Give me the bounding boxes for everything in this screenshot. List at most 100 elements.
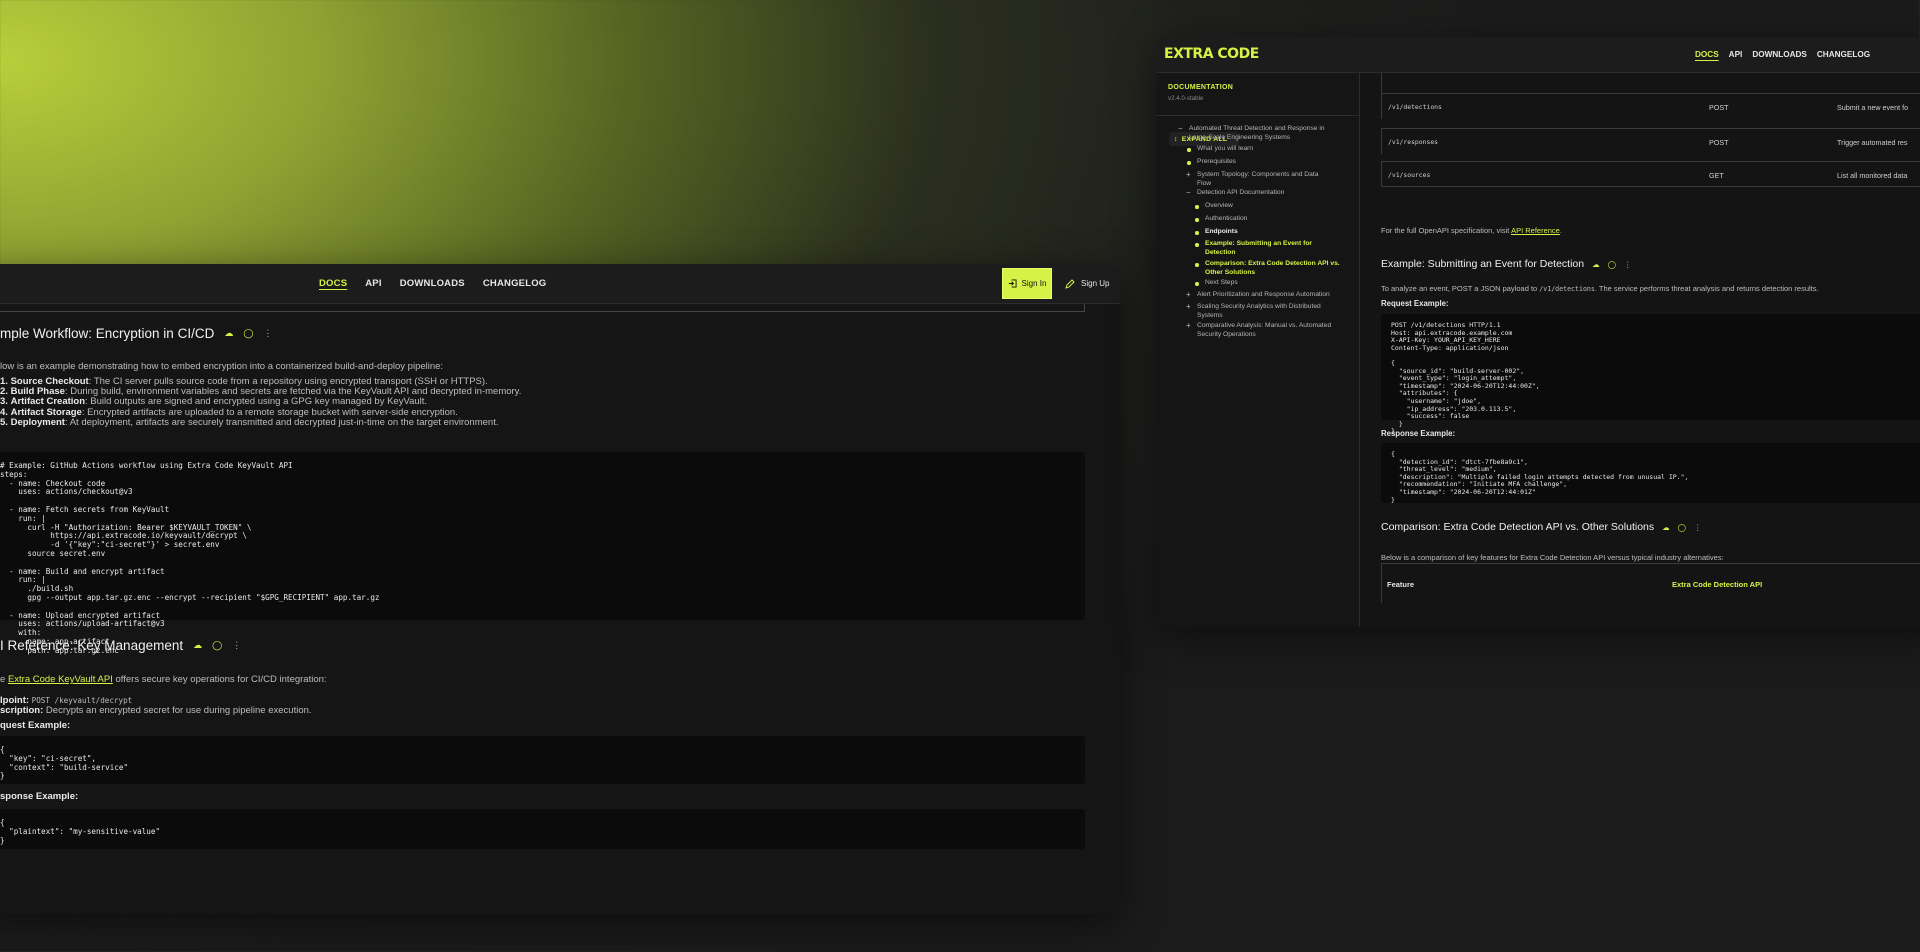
main-nav: DOCS API DOWNLOADS CHANGELOG — [1695, 50, 1870, 59]
heading-actions: ☁ ◯ ⋮ — [1592, 260, 1631, 269]
expand-plus-icon[interactable]: + — [1186, 302, 1191, 311]
collapse-minus-icon[interactable]: − — [1186, 188, 1191, 197]
nav-changelog[interactable]: CHANGELOG — [483, 278, 547, 289]
heading-text: mple Workflow: Encryption in CI/CD — [0, 326, 215, 341]
nav-downloads[interactable]: DOWNLOADS — [400, 278, 465, 289]
main-nav: DOCS API DOWNLOADS CHANGELOG — [319, 278, 546, 289]
bullet-icon — [1195, 263, 1199, 267]
heading-text: Example: Submitting an Event for Detecti… — [1381, 258, 1585, 270]
bullet-icon — [1195, 218, 1199, 222]
sidebar-item[interactable]: Prerequisites — [1197, 158, 1236, 167]
nav-docs[interactable]: DOCS — [319, 278, 347, 289]
table-row: /v1/detections POST Submit a new event f… — [1381, 93, 1920, 119]
doc-content: mple Workflow: Encryption in CI/CD ☁ ◯ ⋮… — [0, 304, 1120, 914]
column-header: Feature — [1387, 580, 1415, 589]
copy-link-icon[interactable]: ☁ — [1662, 523, 1670, 532]
sidebar-item[interactable]: What you will learn — [1197, 145, 1253, 154]
docs-sidebar — [1157, 73, 1360, 627]
response-code-block[interactable]: { "detection_id": "dtct-7fbe8a9c1", "thr… — [1381, 443, 1920, 503]
comparison-table-header: Feature Extra Code Detection API — [1381, 563, 1920, 603]
sign-in-button[interactable]: Sign In — [1002, 268, 1052, 299]
description-line: scription: Decrypts an encrypted secret … — [0, 705, 312, 716]
copy-link-icon[interactable]: ☁ — [224, 328, 233, 339]
more-options-icon[interactable]: ⋮ — [232, 640, 241, 651]
nav-api[interactable]: API — [365, 278, 381, 289]
heading-actions: ☁ ◯ ⋮ — [193, 640, 241, 651]
keyvault-intro: e Extra Code KeyVault API offers secure … — [0, 674, 327, 685]
nav-downloads[interactable]: DOWNLOADS — [1752, 50, 1807, 59]
bullet-icon — [1187, 148, 1191, 152]
sidebar-item[interactable]: Detection API Documentation — [1197, 189, 1284, 198]
table-bottom-edge — [0, 304, 1085, 312]
heading-actions: ☁ ◯ ⋮ — [1662, 523, 1701, 532]
section-heading-example: Example: Submitting an Event for Detecti… — [1381, 258, 1632, 270]
copy-link-icon[interactable]: ☁ — [193, 640, 202, 651]
top-navbar: DOCS API DOWNLOADS CHANGELOG Sign In Sig… — [0, 264, 1120, 304]
more-options-icon[interactable]: ⋮ — [1624, 260, 1632, 269]
bullet-icon — [1187, 161, 1191, 165]
table-row — [1381, 73, 1920, 93]
bullet-icon — [1195, 243, 1199, 247]
sign-in-icon — [1008, 279, 1017, 288]
sign-up-label: Sign Up — [1081, 279, 1110, 288]
expand-plus-icon[interactable]: + — [1186, 321, 1191, 330]
comparison-intro: Below is a comparison of key features fo… — [1381, 553, 1724, 562]
bullet-icon — [1195, 231, 1199, 235]
more-options-icon[interactable]: ⋮ — [1694, 523, 1702, 532]
sidebar-divider — [1157, 115, 1359, 116]
request-code-block[interactable]: POST /v1/detections HTTP/1.1 Host: api.e… — [1381, 314, 1920, 435]
sidebar-item[interactable]: Next Steps — [1205, 279, 1238, 288]
sidebar-item[interactable]: Authentication — [1205, 215, 1247, 224]
response-example-label: Response Example: — [1381, 429, 1456, 438]
sidebar-item[interactable]: Example: Submitting an Event for Detectio… — [1205, 240, 1312, 257]
more-options-icon[interactable]: ⋮ — [263, 328, 272, 339]
heading-text: I Reference: Key Management — [0, 638, 184, 653]
column-header: Extra Code Detection API — [1672, 580, 1763, 589]
response-code-block[interactable]: { "plaintext": "my-sensitive-value" } — [0, 809, 1085, 849]
workflow-code-block[interactable]: # Example: GitHub Actions workflow using… — [0, 452, 1085, 655]
sidebar-item[interactable]: Automated Threat Detection and Response … — [1189, 125, 1325, 142]
expand-icon: ↕ — [1174, 135, 1178, 143]
sidebar-item[interactable]: Overview — [1205, 202, 1233, 211]
section-heading-workflow: mple Workflow: Encryption in CI/CD ☁ ◯ ⋮ — [0, 326, 272, 341]
collapse-minus-icon[interactable]: − — [1178, 124, 1183, 133]
logo[interactable]: EXTRA CODE — [1164, 46, 1259, 62]
sidebar-item[interactable]: Comparison: Extra Code Detection API vs.… — [1205, 260, 1340, 277]
doc-main: /v1/detections POST Submit a new event f… — [1361, 73, 1920, 627]
sidebar-title: DOCUMENTATION — [1168, 84, 1234, 91]
expand-plus-icon[interactable]: + — [1186, 290, 1191, 299]
heading-actions: ☁ ◯ ⋮ — [224, 328, 272, 339]
response-example-label: sponse Example: — [0, 791, 79, 802]
docs-window-right: EXTRA CODE DOCS API DOWNLOADS CHANGELOG … — [1157, 37, 1920, 627]
section-heading-comparison: Comparison: Extra Code Detection API vs.… — [1381, 521, 1702, 533]
bullet-icon — [1195, 282, 1199, 286]
bullet-icon — [1195, 205, 1199, 209]
heading-text: Comparison: Extra Code Detection API vs.… — [1381, 521, 1655, 533]
docs-window-left: DOCS API DOWNLOADS CHANGELOG Sign In Sig… — [0, 264, 1120, 914]
api-reference-link[interactable]: API Reference — [1511, 226, 1560, 235]
expand-plus-icon[interactable]: + — [1186, 170, 1191, 179]
openapi-note: For the full OpenAPI specification, visi… — [1381, 226, 1562, 235]
workflow-steps: 1. Source Checkout: The CI server pulls … — [0, 376, 521, 428]
keyvault-api-link[interactable]: Extra Code KeyVault API — [8, 674, 113, 685]
request-code-block[interactable]: { "key": "ci-secret", "context": "build-… — [0, 736, 1085, 784]
nav-changelog[interactable]: CHANGELOG — [1817, 50, 1870, 59]
nav-api[interactable]: API — [1729, 50, 1743, 59]
sign-up-button[interactable]: Sign Up — [1065, 268, 1109, 299]
table-row: /v1/sources GET List all monitored data — [1381, 161, 1920, 187]
comment-icon[interactable]: ◯ — [243, 328, 253, 339]
comment-icon[interactable]: ◯ — [212, 640, 222, 651]
nav-docs[interactable]: DOCS — [1695, 50, 1719, 59]
pencil-icon — [1065, 278, 1075, 289]
comment-icon[interactable]: ◯ — [1608, 260, 1616, 269]
comment-icon[interactable]: ◯ — [1678, 523, 1686, 532]
sidebar-item[interactable]: Comparative Analysis: Manual vs. Automat… — [1197, 322, 1331, 339]
version-label: v2.4.0-stable — [1168, 95, 1204, 102]
copy-link-icon[interactable]: ☁ — [1592, 260, 1600, 269]
section-heading-key-management: I Reference: Key Management ☁ ◯ ⋮ — [0, 638, 241, 653]
example-intro: To analyze an event, POST a JSON payload… — [1381, 284, 1819, 293]
sidebar-item[interactable]: System Topology: Components and Data Flow — [1197, 171, 1318, 188]
sidebar-item[interactable]: Scaling Security Analytics with Distribu… — [1197, 303, 1321, 320]
sidebar-item[interactable]: Endpoints — [1205, 228, 1238, 237]
sidebar-item[interactable]: Alert Prioritization and Response Automa… — [1197, 291, 1330, 300]
